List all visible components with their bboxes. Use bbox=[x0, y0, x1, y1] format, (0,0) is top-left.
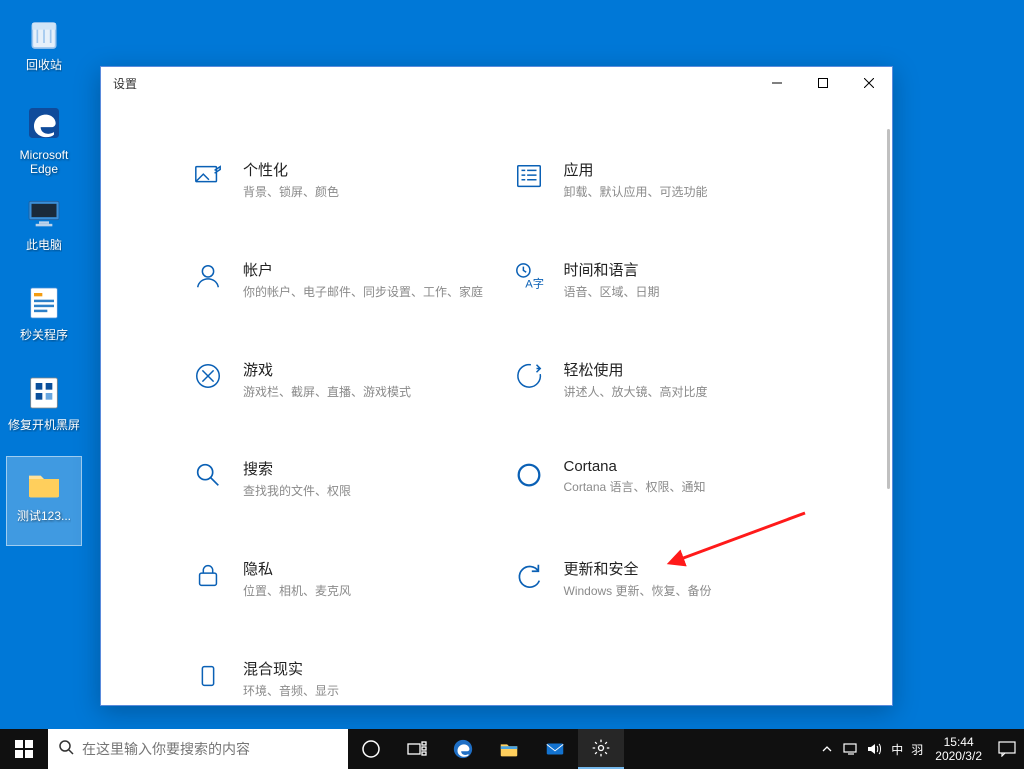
category-title: Cortana bbox=[564, 458, 706, 475]
ime-indicator-2[interactable]: 羽 bbox=[907, 729, 927, 769]
category-sub: 环境、音频、显示 bbox=[243, 683, 339, 700]
desktop-icon-label: 此电脑 bbox=[26, 238, 62, 252]
titlebar[interactable]: 设置 bbox=[101, 67, 892, 99]
desktop: 回收站 Microsoft Edge 此电脑 秒关程序 修复开机黑屏 bbox=[0, 0, 1024, 769]
category-accounts[interactable]: 帐户你的帐户、电子邮件、同步设置、工作、家庭 bbox=[191, 259, 511, 301]
category-title: 隐私 bbox=[243, 558, 351, 579]
mixed-reality-icon bbox=[191, 658, 225, 692]
apps-icon bbox=[512, 159, 546, 193]
clock-date: 2020/3/2 bbox=[935, 749, 982, 763]
category-update-security[interactable]: 更新和安全 Windows 更新、恢复、备份 bbox=[512, 558, 832, 600]
desktop-icon-label: 回收站 bbox=[26, 58, 62, 72]
taskbar-search[interactable] bbox=[48, 729, 348, 769]
privacy-icon bbox=[191, 558, 225, 592]
tray-network-icon[interactable] bbox=[839, 729, 863, 769]
personalization-icon bbox=[191, 159, 225, 193]
desktop-icon-test-folder[interactable]: 测试123... bbox=[6, 456, 82, 546]
cortana-category-icon bbox=[512, 458, 546, 492]
system-tray: 中 羽 15:44 2020/3/2 bbox=[815, 729, 1024, 769]
tray-chevron-up[interactable] bbox=[815, 729, 839, 769]
edge-icon bbox=[23, 102, 65, 144]
desktop-icons: 回收站 Microsoft Edge 此电脑 秒关程序 修复开机黑屏 bbox=[6, 6, 82, 546]
category-sub: 查找我的文件、权限 bbox=[243, 483, 351, 500]
tray-volume-icon[interactable] bbox=[863, 729, 887, 769]
category-privacy[interactable]: 隐私位置、相机、麦克风 bbox=[191, 558, 511, 600]
desktop-icon-label: 测试123... bbox=[17, 509, 71, 523]
category-sub: Windows 更新、恢复、备份 bbox=[564, 583, 712, 600]
settings-window: 设置 个性化背景、锁屏、颜色 应用卸载、默认应用、可选功能 bbox=[100, 66, 893, 706]
category-sub: Cortana 语言、权限、通知 bbox=[564, 479, 706, 496]
category-sub: 卸载、默认应用、可选功能 bbox=[564, 184, 708, 201]
desktop-icon-fix-black[interactable]: 修复开机黑屏 bbox=[6, 366, 82, 456]
category-title: 搜索 bbox=[243, 458, 351, 479]
search-category-icon bbox=[191, 458, 225, 492]
category-title: 更新和安全 bbox=[564, 558, 712, 579]
svg-text:A字: A字 bbox=[525, 276, 544, 290]
recycle-bin-icon bbox=[23, 12, 65, 54]
category-title: 游戏 bbox=[243, 359, 411, 380]
accounts-icon bbox=[191, 259, 225, 293]
window-controls bbox=[754, 67, 892, 99]
search-icon bbox=[58, 739, 74, 760]
folder-icon bbox=[23, 463, 65, 505]
category-title: 混合现实 bbox=[243, 658, 339, 679]
desktop-icon-edge[interactable]: Microsoft Edge bbox=[6, 96, 82, 186]
close-button[interactable] bbox=[846, 67, 892, 99]
scrollbar[interactable] bbox=[887, 129, 890, 489]
category-sub: 游戏栏、截屏、直播、游戏模式 bbox=[243, 384, 411, 401]
desktop-icon-recycle-bin[interactable]: 回收站 bbox=[6, 6, 82, 96]
taskbar-clock[interactable]: 15:44 2020/3/2 bbox=[927, 735, 990, 764]
category-ease-of-access[interactable]: 轻松使用讲述人、放大镜、高对比度 bbox=[512, 359, 832, 401]
category-apps[interactable]: 应用卸载、默认应用、可选功能 bbox=[512, 159, 832, 201]
category-sub: 你的帐户、电子邮件、同步设置、工作、家庭 bbox=[243, 284, 483, 301]
category-title: 轻松使用 bbox=[564, 359, 708, 380]
cortana-button[interactable] bbox=[348, 729, 394, 769]
category-search[interactable]: 搜索查找我的文件、权限 bbox=[191, 458, 511, 500]
category-personalization[interactable]: 个性化背景、锁屏、颜色 bbox=[191, 159, 511, 201]
desktop-icon-label: Microsoft Edge bbox=[8, 148, 80, 177]
action-center-button[interactable] bbox=[990, 729, 1024, 769]
settings-grid: 个性化背景、锁屏、颜色 应用卸载、默认应用、可选功能 帐户你的帐户、电子邮件、同… bbox=[101, 99, 892, 705]
category-gaming[interactable]: 游戏游戏栏、截屏、直播、游戏模式 bbox=[191, 359, 511, 401]
ime-indicator[interactable]: 中 bbox=[887, 729, 907, 769]
taskbar-mail[interactable] bbox=[532, 729, 578, 769]
window-title: 设置 bbox=[113, 75, 137, 92]
shutdown-app-icon bbox=[23, 282, 65, 324]
settings-content[interactable]: 个性化背景、锁屏、颜色 应用卸载、默认应用、可选功能 帐户你的帐户、电子邮件、同… bbox=[101, 99, 892, 705]
category-cortana[interactable]: Cortana Cortana 语言、权限、通知 bbox=[512, 458, 832, 500]
taskbar-search-input[interactable] bbox=[82, 741, 338, 757]
taskbar: 中 羽 15:44 2020/3/2 bbox=[0, 729, 1024, 769]
category-title: 帐户 bbox=[243, 259, 483, 280]
desktop-icon-label: 修复开机黑屏 bbox=[8, 418, 80, 432]
category-title: 时间和语言 bbox=[564, 259, 660, 280]
category-time-language[interactable]: A字 时间和语言语音、区域、日期 bbox=[512, 259, 832, 301]
desktop-icon-label: 秒关程序 bbox=[20, 328, 68, 342]
clock-time: 15:44 bbox=[935, 735, 982, 749]
fix-black-icon bbox=[23, 372, 65, 414]
taskbar-edge[interactable] bbox=[440, 729, 486, 769]
ease-of-access-icon bbox=[512, 359, 546, 393]
category-title: 应用 bbox=[564, 159, 708, 180]
category-sub: 位置、相机、麦克风 bbox=[243, 583, 351, 600]
category-title: 个性化 bbox=[243, 159, 339, 180]
start-button[interactable] bbox=[0, 729, 48, 769]
gaming-icon bbox=[191, 359, 225, 393]
category-sub: 背景、锁屏、颜色 bbox=[243, 184, 339, 201]
time-language-icon: A字 bbox=[512, 259, 546, 293]
category-sub: 讲述人、放大镜、高对比度 bbox=[564, 384, 708, 401]
task-view-button[interactable] bbox=[394, 729, 440, 769]
taskbar-explorer[interactable] bbox=[486, 729, 532, 769]
desktop-icon-this-pc[interactable]: 此电脑 bbox=[6, 186, 82, 276]
this-pc-icon bbox=[23, 192, 65, 234]
taskbar-settings[interactable] bbox=[578, 729, 624, 769]
minimize-button[interactable] bbox=[754, 67, 800, 99]
desktop-icon-shutdown-app[interactable]: 秒关程序 bbox=[6, 276, 82, 366]
category-sub: 语音、区域、日期 bbox=[564, 284, 660, 301]
update-icon bbox=[512, 558, 546, 592]
maximize-button[interactable] bbox=[800, 67, 846, 99]
category-mixed-reality[interactable]: 混合现实环境、音频、显示 bbox=[191, 658, 511, 700]
